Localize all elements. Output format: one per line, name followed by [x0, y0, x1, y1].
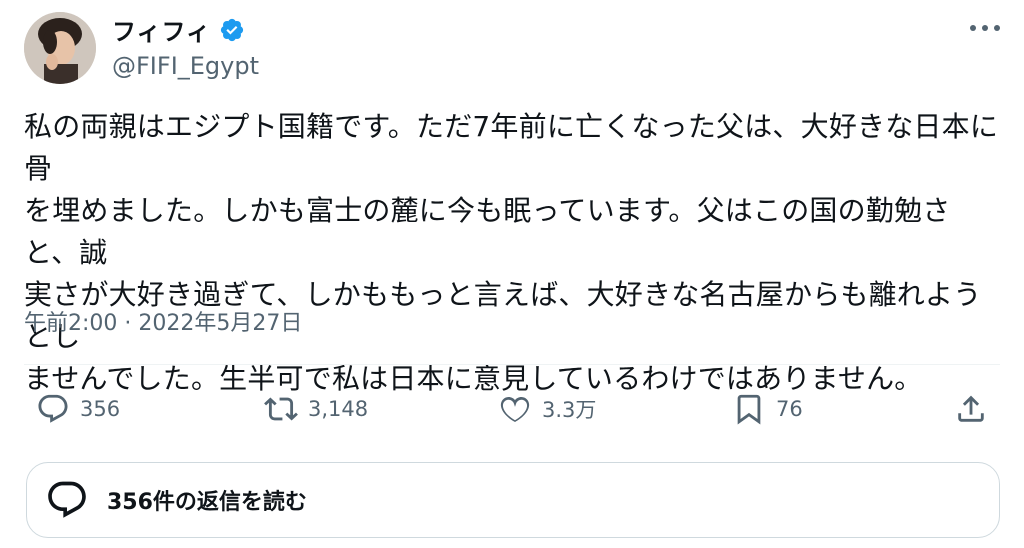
more-horizontal-icon-dot [994, 25, 1000, 31]
like-count: 3.3万 [542, 398, 597, 422]
more-horizontal-icon [970, 25, 976, 31]
verified-badge-icon [220, 18, 244, 41]
bookmark-icon [737, 394, 761, 425]
retweet-icon [264, 397, 298, 421]
tweet-text: 私の両親はエジプト国籍です。ただ7年前に亡くなった父は、大好きな日本に骨 を埋め… [24, 110, 999, 395]
divider [24, 364, 1000, 365]
reply-count: 356 [80, 397, 121, 421]
more-options-button[interactable] [970, 18, 1000, 38]
retweet-button[interactable]: 3,148 [264, 385, 368, 433]
tweet-action-bar: 356 3,148 3.3万 76 [24, 385, 1000, 433]
share-button[interactable] [954, 385, 988, 433]
speech-bubble-icon [38, 394, 68, 423]
author-handle[interactable]: @FIFI_Egypt [112, 52, 259, 80]
speech-bubble-icon [48, 481, 86, 518]
author-name-row[interactable]: フィフィ [112, 12, 245, 47]
avatar-portrait-icon [24, 12, 96, 84]
tweet-timestamp[interactable]: 午前2:00 · 2022年5月27日 [24, 305, 302, 337]
retweet-count: 3,148 [308, 397, 369, 421]
author-display-name[interactable]: フィフィ [112, 12, 211, 47]
more-horizontal-icon-dot [982, 25, 988, 31]
bookmark-count: 76 [776, 397, 803, 421]
read-replies-label: 356件の返信を読む [107, 490, 307, 515]
avatar[interactable] [24, 12, 96, 84]
like-button[interactable]: 3.3万 [498, 385, 596, 433]
heart-icon [500, 396, 530, 422]
bookmark-button[interactable]: 76 [732, 385, 803, 433]
read-replies-button[interactable]: 356件の返信を読む [26, 462, 1000, 538]
reply-button[interactable]: 356 [36, 385, 120, 433]
share-upload-icon [958, 395, 984, 422]
